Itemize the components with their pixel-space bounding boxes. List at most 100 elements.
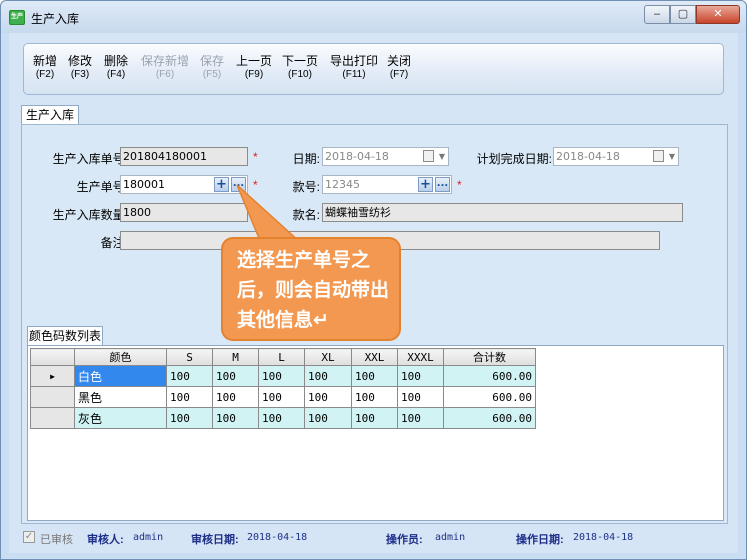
cell-total[interactable]: 600.00 [443, 386, 536, 408]
cell-m[interactable]: 100 [212, 365, 259, 387]
cell-xxxl[interactable]: 100 [397, 386, 444, 408]
style-no-browse-button[interactable]: ... [435, 177, 450, 192]
style-name-field[interactable]: 蝴蝶袖雪纺衫 [322, 203, 683, 222]
approved-checkbox[interactable]: ✓ [23, 531, 35, 543]
close-button[interactable]: 关闭 (F7) [386, 54, 412, 82]
review-date-value: 2018-04-18 [247, 532, 308, 543]
close-button-label: 关闭 [386, 54, 411, 68]
row-header[interactable] [30, 386, 75, 408]
client-area: 新增 (F2) 修改 (F3) 删除 (F4) 保存新增 (F6) 保存 (F5… [9, 33, 738, 553]
status-bar: ✓ 已审核 审核人: admin 审核日期: 2018-04-18 操作员: a… [23, 529, 723, 547]
style-name-label: 款名: [292, 208, 320, 222]
style-no-value: 12345 [325, 178, 360, 191]
save-button-label: 保存 [199, 54, 224, 68]
cell-xl[interactable]: 100 [304, 386, 352, 408]
save-button-key: (F5) [202, 69, 222, 80]
cell-l[interactable]: 100 [258, 365, 305, 387]
export-print-button-key: (F11) [342, 69, 366, 80]
cell-xxl[interactable]: 100 [351, 386, 398, 408]
tab-color-size-list[interactable]: 颜色码数列表 [27, 326, 103, 346]
cell-xxxl[interactable]: 100 [397, 365, 444, 387]
cell-xxl[interactable]: 100 [351, 407, 398, 429]
cell-s[interactable]: 100 [166, 365, 213, 387]
col-header-xxl[interactable]: XXL [351, 348, 398, 366]
cell-color[interactable]: 黑色 [74, 386, 167, 408]
inbound-no-required: * [253, 150, 258, 164]
col-header-xxxl[interactable]: XXXL [397, 348, 444, 366]
next-page-button[interactable]: 下一页 (F10) [281, 54, 319, 82]
operator-value: admin [435, 532, 466, 543]
new-button-key: (F2) [35, 69, 55, 80]
calendar-icon[interactable] [653, 150, 664, 162]
col-header-s[interactable]: S [166, 348, 213, 366]
cell-m[interactable]: 100 [212, 386, 259, 408]
col-header-l[interactable]: L [258, 348, 305, 366]
cell-total[interactable]: 600.00 [443, 407, 536, 429]
tab-production-inbound[interactable]: 生产入库 [21, 105, 79, 125]
table-row[interactable]: 黑色 100 100 100 100 100 100 600.00 [30, 386, 536, 408]
reviewer-value: admin [133, 532, 164, 543]
cell-s[interactable]: 100 [166, 407, 213, 429]
prev-page-button[interactable]: 上一页 (F9) [235, 54, 273, 82]
calendar-icon[interactable] [423, 150, 434, 162]
chevron-down-icon[interactable]: ▼ [669, 148, 675, 165]
review-date-label: 审核日期: [191, 534, 239, 546]
app-icon: 生产 [9, 10, 25, 25]
delete-button-label: 删除 [103, 54, 128, 68]
delete-button[interactable]: 删除 (F4) [103, 54, 129, 82]
edit-button-label: 修改 [67, 54, 92, 68]
cell-xxxl[interactable]: 100 [397, 407, 444, 429]
cell-l[interactable]: 100 [258, 386, 305, 408]
prod-no-required: * [253, 178, 258, 192]
prod-no-add-button[interactable]: + [214, 177, 229, 192]
table-row[interactable]: ▶ 白色 100 100 100 100 100 100 600.00 [30, 365, 536, 387]
cell-m[interactable]: 100 [212, 407, 259, 429]
cell-color[interactable]: 白色 [74, 365, 167, 387]
date-picker[interactable]: 2018-04-18 ▼ [322, 147, 449, 166]
export-print-button[interactable]: 导出打印 (F11) [329, 54, 379, 82]
col-header-color[interactable]: 颜色 [74, 348, 167, 366]
reviewer-label: 审核人: [87, 534, 124, 546]
window-controls: – ▢ ✕ [644, 5, 740, 25]
title-bar: 生产 生产入库 – ▢ ✕ [1, 1, 746, 33]
save-new-button[interactable]: 保存新增 (F6) [140, 54, 190, 82]
col-header-xl[interactable]: XL [304, 348, 352, 366]
cell-color[interactable]: 灰色 [74, 407, 167, 429]
date-value: 2018-04-18 [325, 150, 389, 163]
maximize-button[interactable]: ▢ [670, 5, 696, 24]
cell-xl[interactable]: 100 [304, 407, 352, 429]
cell-total[interactable]: 600.00 [443, 365, 536, 387]
minimize-button[interactable]: – [644, 5, 670, 24]
next-page-button-key: (F10) [288, 69, 312, 80]
chevron-down-icon[interactable]: ▼ [439, 148, 445, 165]
row-header[interactable] [30, 407, 75, 429]
qty-field[interactable]: 1800 [120, 203, 248, 222]
edit-button[interactable]: 修改 (F3) [67, 54, 93, 82]
prod-no-field[interactable]: 180001 + ... [120, 175, 248, 194]
approved-label: 已审核 [40, 534, 73, 546]
date-label: 日期: [292, 152, 320, 166]
cell-xxl[interactable]: 100 [351, 365, 398, 387]
cell-s[interactable]: 100 [166, 386, 213, 408]
style-no-add-button[interactable]: + [418, 177, 433, 192]
inbound-no-field[interactable]: 201804180001 [120, 147, 248, 166]
new-button[interactable]: 新增 (F2) [32, 54, 58, 82]
prod-no-browse-button[interactable]: ... [231, 177, 246, 192]
plan-done-picker[interactable]: 2018-04-18 ▼ [553, 147, 679, 166]
save-button[interactable]: 保存 (F5) [199, 54, 225, 82]
prev-page-button-label: 上一页 [235, 54, 272, 68]
style-no-required: * [457, 178, 462, 192]
cell-l[interactable]: 100 [258, 407, 305, 429]
operator-label: 操作员: [386, 534, 423, 546]
close-window-button[interactable]: ✕ [696, 5, 740, 24]
current-row-marker[interactable]: ▶ [30, 365, 75, 387]
cell-xl[interactable]: 100 [304, 365, 352, 387]
prev-page-button-key: (F9) [244, 69, 264, 80]
annotation-callout: 选择生产单号之后，则会自动带出其他信息↵ [221, 237, 401, 341]
style-no-field[interactable]: 12345 + ... [322, 175, 452, 194]
col-header-total[interactable]: 合计数 [443, 348, 536, 366]
col-header-m[interactable]: M [212, 348, 259, 366]
table-row[interactable]: 灰色 100 100 100 100 100 100 600.00 [30, 407, 536, 429]
export-print-button-label: 导出打印 [329, 54, 378, 68]
plan-done-value: 2018-04-18 [556, 150, 620, 163]
